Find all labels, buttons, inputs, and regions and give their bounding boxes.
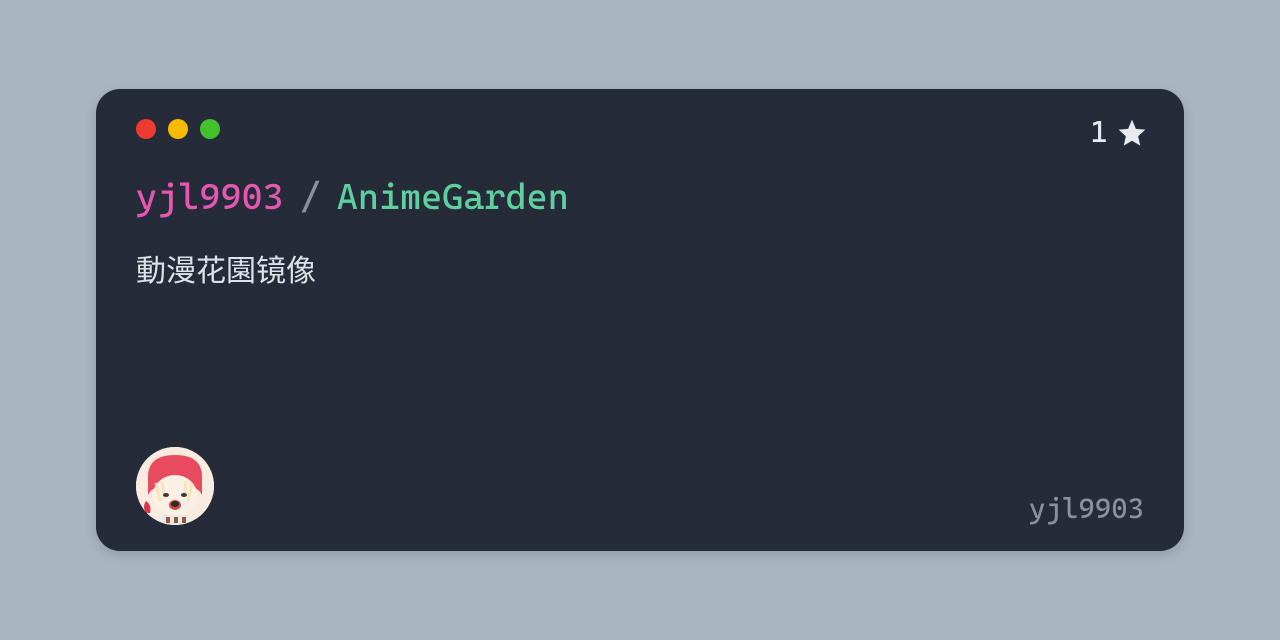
repo-title: yjl9903 / AnimeGarden: [136, 177, 1144, 218]
star-icon: [1116, 117, 1148, 149]
close-button[interactable]: [136, 119, 156, 139]
repo-name[interactable]: AnimeGarden: [337, 177, 569, 218]
maximize-button[interactable]: [200, 119, 220, 139]
title-separator: /: [300, 177, 321, 218]
star-count: 1: [1090, 115, 1108, 150]
star-section[interactable]: 1: [1090, 115, 1148, 150]
minimize-button[interactable]: [168, 119, 188, 139]
repo-owner[interactable]: yjl9903: [136, 177, 284, 218]
window-controls: [136, 119, 1144, 139]
avatar-image: [136, 447, 214, 525]
username-label: yjl9903: [1029, 492, 1144, 525]
repo-description: 動漫花園镜像: [136, 246, 1144, 290]
avatar[interactable]: [136, 447, 214, 525]
repo-card: 1 yjl9903 / AnimeGarden 動漫花園镜像 yjl9903: [96, 89, 1184, 551]
